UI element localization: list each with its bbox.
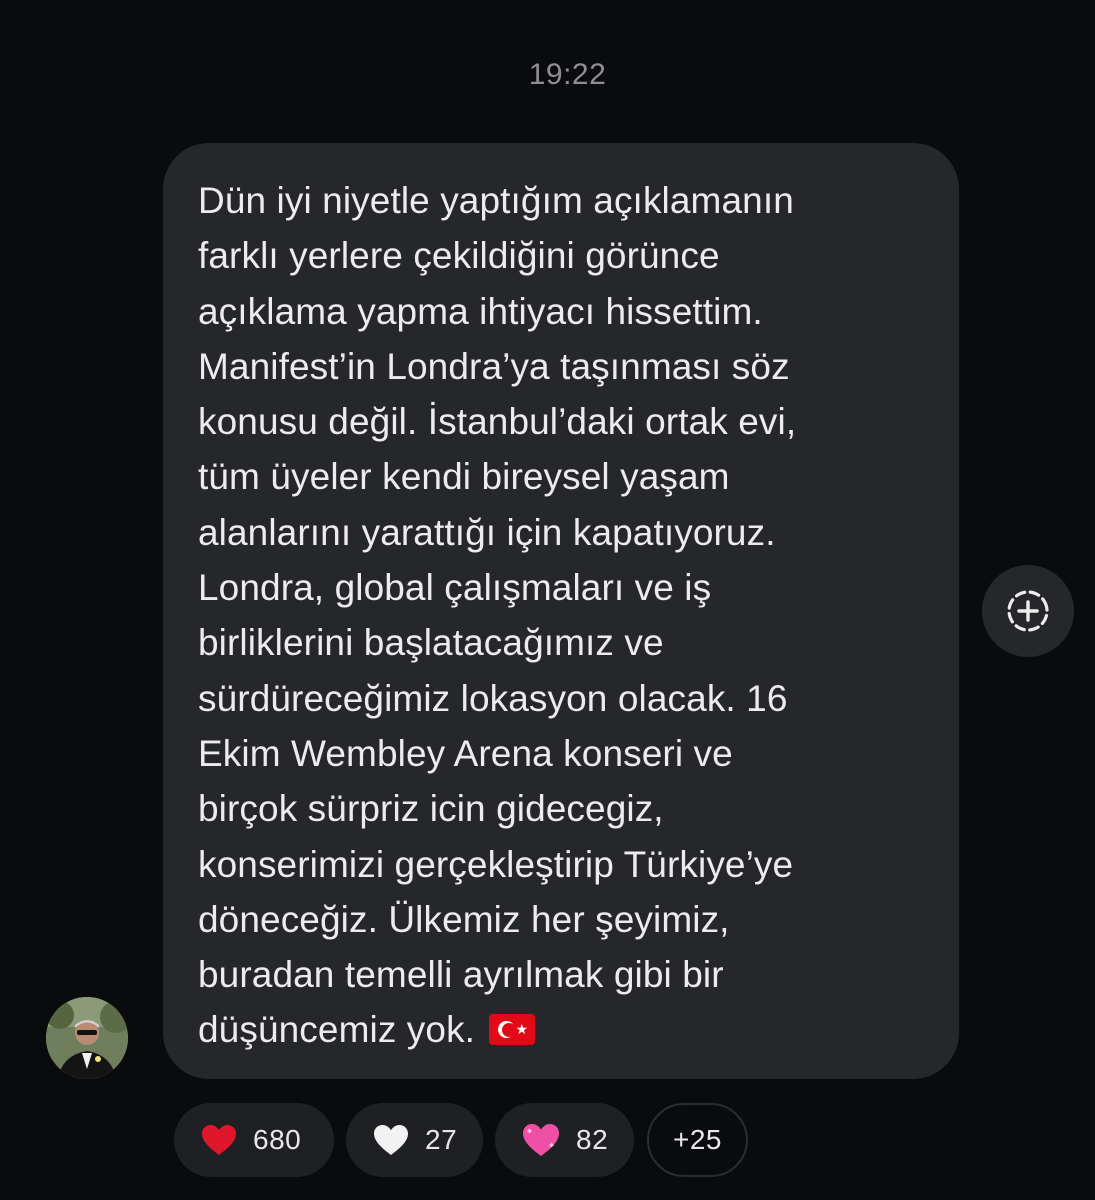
reaction-count: 82 (576, 1124, 609, 1155)
add-reaction-icon (1007, 590, 1049, 632)
add-reaction-button[interactable] (982, 565, 1074, 657)
reaction-pink-heart[interactable]: 82 (495, 1103, 634, 1177)
turkey-flag-icon: ★ (489, 1014, 536, 1046)
message-bubble[interactable]: Dün iyi niyetle yaptığım açıklamanın far… (163, 143, 959, 1079)
red-heart-icon (202, 1125, 236, 1155)
white-heart-icon (374, 1125, 408, 1155)
message-timestamp: 19:22 (528, 58, 607, 91)
reaction-white-heart[interactable]: 27 (346, 1103, 483, 1177)
message-text: Dün iyi niyetle yaptığım açıklamanın far… (198, 180, 797, 1051)
more-reactions-button[interactable]: +25 (647, 1103, 748, 1177)
user-avatar (46, 997, 128, 1079)
reaction-count: 680 (253, 1124, 302, 1155)
pink-heart-icon (523, 1124, 559, 1156)
sender-avatar[interactable] (46, 997, 128, 1079)
more-reactions-count: +25 (673, 1124, 722, 1155)
reaction-count: 27 (425, 1124, 458, 1155)
reaction-red-heart[interactable]: 680 (174, 1103, 334, 1177)
